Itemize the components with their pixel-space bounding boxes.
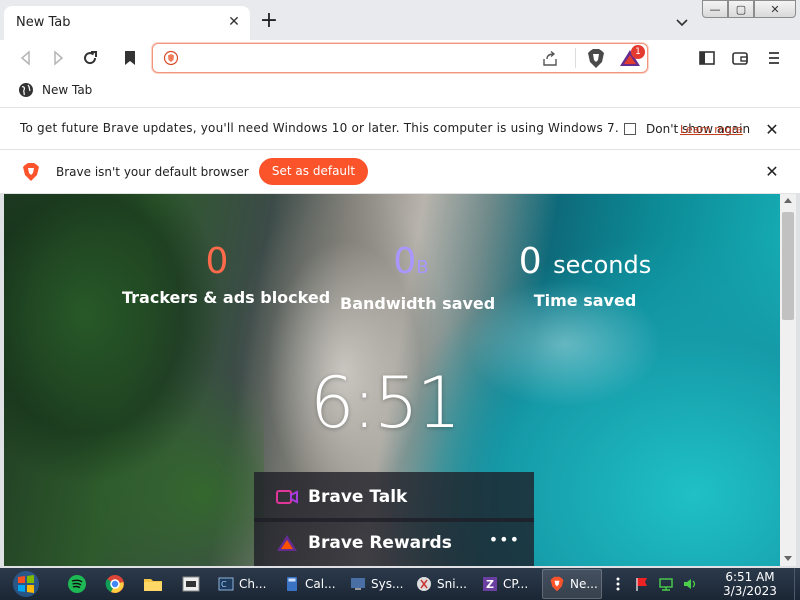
start-button[interactable] — [8, 569, 44, 599]
new-tab-page: 0 Trackers & ads blocked 0B Bandwidth sa… — [4, 194, 780, 566]
menu-icon[interactable] — [764, 48, 784, 68]
page-scrollbar[interactable] — [780, 194, 796, 566]
scroll-thumb[interactable] — [782, 212, 794, 320]
taskbar-calculator[interactable]: Cal... — [278, 569, 338, 599]
stat-time: 0 seconds Time saved — [510, 241, 660, 311]
taskbar-app-1[interactable]: C Ch... — [212, 569, 272, 599]
bandwidth-unit: B — [416, 257, 429, 278]
time-label: Time saved — [533, 291, 637, 310]
address-bar[interactable]: 1 — [152, 43, 648, 73]
window-controls: — ▢ ✕ — [702, 0, 796, 18]
time-value: 0 — [518, 241, 542, 282]
svg-text:C: C — [221, 580, 227, 589]
learn-more-link[interactable]: Learn more — [680, 123, 743, 136]
close-icon[interactable]: ✕ — [764, 120, 780, 139]
default-browser-infobar: Brave isn't your default browser Set as … — [0, 150, 800, 194]
back-icon[interactable] — [16, 48, 36, 68]
brave-rewards-label: Brave Rewards — [308, 533, 452, 553]
default-browser-message: Brave isn't your default browser — [56, 165, 249, 179]
minimize-button[interactable]: — — [702, 0, 728, 18]
close-window-button[interactable]: ✕ — [754, 0, 796, 18]
task-label: CP... — [503, 577, 529, 591]
brave-logo-icon — [550, 576, 564, 592]
wallet-icon[interactable] — [730, 48, 750, 68]
bat-logo-icon — [277, 535, 297, 551]
system-tray — [610, 576, 698, 592]
chevron-down-icon[interactable] — [674, 14, 690, 30]
scroll-down-icon[interactable] — [784, 556, 792, 561]
brave-talk-label: Brave Talk — [308, 487, 408, 507]
taskbar-snipping-tool[interactable]: Sni... — [410, 569, 470, 599]
scroll-up-icon[interactable] — [784, 198, 792, 203]
show-desktop-button[interactable] — [794, 568, 800, 600]
overflow-icon[interactable] — [610, 576, 626, 592]
scissors-icon — [417, 577, 431, 591]
update-infobar: To get future Brave updates, you'll need… — [0, 108, 800, 150]
windows-taskbar: C Ch... Cal... Sys... Sni... Z CP... Ne.… — [0, 568, 800, 600]
stat-bandwidth: 0B Bandwidth saved — [340, 241, 496, 314]
calculator-icon — [287, 577, 297, 591]
bookmark-new-tab[interactable]: New Tab — [18, 82, 92, 98]
volume-icon[interactable] — [682, 576, 698, 592]
tab-new-tab[interactable]: New Tab ✕ — [4, 6, 250, 40]
system-icon — [351, 578, 365, 590]
trackers-value: 0 — [205, 241, 229, 282]
tab-strip: New Tab ✕ + — ▢ ✕ — [0, 0, 800, 40]
task-label: Sys... — [371, 577, 404, 591]
taskbar-cpuz[interactable]: Z CP... — [476, 569, 536, 599]
separator — [575, 48, 576, 68]
clock-date: 3/3/2023 — [723, 584, 777, 598]
spotify-icon[interactable] — [66, 573, 88, 595]
time-unit: seconds — [553, 251, 652, 279]
tab-close-icon[interactable]: ✕ — [226, 14, 242, 30]
forward-icon[interactable] — [48, 48, 68, 68]
task-label: Sni... — [437, 577, 467, 591]
toolbar: 1 — [0, 40, 800, 76]
cpuz-icon: Z — [483, 577, 497, 591]
more-options-icon[interactable]: ••• — [489, 530, 520, 549]
update-message: To get future Brave updates, you'll need… — [20, 121, 619, 135]
set-as-default-button[interactable]: Set as default — [259, 158, 368, 185]
brave-rewards-widget[interactable]: Brave Rewards ••• — [254, 518, 534, 566]
brave-logo-icon — [23, 163, 39, 181]
video-camera-icon — [276, 490, 298, 504]
share-icon[interactable] — [541, 50, 559, 68]
app-icon: C — [218, 577, 234, 591]
bookmark-icon[interactable] — [120, 48, 140, 68]
new-tab-button[interactable]: + — [259, 10, 279, 32]
maximize-button[interactable]: ▢ — [728, 0, 754, 18]
tab-title: New Tab — [16, 15, 71, 30]
stat-trackers: 0 Trackers & ads blocked — [122, 241, 331, 308]
bandwidth-value: 0 — [393, 241, 417, 282]
taskbar-clock[interactable]: 6:51 AM 3/3/2023 — [712, 570, 788, 598]
bookmarks-bar: New Tab — [0, 76, 800, 108]
bookmark-label: New Tab — [42, 83, 93, 97]
network-icon[interactable] — [658, 576, 674, 592]
task-label: Cal... — [305, 577, 336, 591]
task-label: Ne... — [570, 577, 598, 591]
dont-show-checkbox[interactable] — [624, 123, 636, 135]
site-info-icon[interactable] — [163, 50, 179, 66]
media-player-icon[interactable] — [180, 573, 202, 595]
chrome-icon[interactable] — [104, 573, 126, 595]
taskbar-system[interactable]: Sys... — [344, 569, 404, 599]
bandwidth-label: Bandwidth saved — [340, 294, 496, 313]
brave-shields-icon[interactable] — [586, 48, 606, 69]
reload-icon[interactable] — [80, 48, 100, 68]
globe-icon — [19, 83, 33, 97]
file-explorer-icon[interactable] — [142, 573, 164, 595]
trackers-label: Trackers & ads blocked — [122, 288, 331, 307]
rewards-badge: 1 — [631, 45, 645, 59]
taskbar-brave[interactable]: Ne... — [542, 569, 602, 599]
ntp-clock: 6:51 — [310, 362, 461, 444]
svg-text:Z: Z — [486, 578, 494, 591]
close-icon[interactable]: ✕ — [764, 162, 780, 181]
task-label: Ch... — [239, 577, 267, 591]
flag-icon[interactable] — [634, 576, 650, 592]
clock-time: 6:51 AM — [725, 570, 775, 584]
brave-talk-widget[interactable]: Brave Talk — [254, 472, 534, 522]
sidebar-icon[interactable] — [697, 48, 717, 68]
